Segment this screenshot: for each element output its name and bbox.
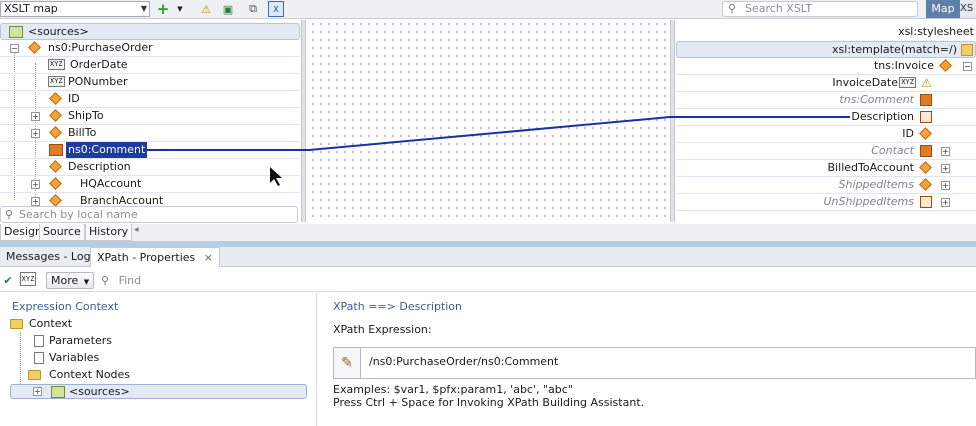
target-item-label: xsl:template(match=/) [832, 43, 957, 56]
target-item-label: InvoiceDate [832, 76, 898, 89]
target-row[interactable]: xsl:stylesheet [676, 24, 976, 41]
sources-icon [51, 386, 65, 398]
more-button-label: More [51, 274, 79, 287]
expand-icon[interactable]: + [941, 147, 950, 156]
element-icon [919, 127, 932, 140]
validate-icon[interactable]: ✔ [0, 272, 16, 288]
bottom-tabs: Messages - Log XPath - Properties × [0, 247, 976, 267]
target-item-label: Contact [871, 144, 914, 157]
folder-open-icon [10, 319, 23, 329]
tab-xpath-properties[interactable]: XPath - Properties × [90, 247, 220, 267]
target-item-label: xsl:stylesheet [898, 25, 974, 38]
variables-label: Variables [49, 351, 100, 364]
target-item-label: ShippedItems [838, 178, 915, 191]
target-row[interactable]: InvoiceDate XYZ ⚠ [676, 75, 976, 92]
xpath-expression-label: XPath Expression: [333, 323, 432, 336]
find-input[interactable]: ⚲ Find [101, 273, 141, 288]
target-item-label: BilledToAccount [827, 161, 914, 174]
date-attribute-icon: XYZ [899, 77, 916, 88]
any-element-icon [920, 145, 932, 157]
pencil-icon[interactable]: ✎ [334, 348, 361, 378]
expand-icon[interactable]: + [941, 198, 950, 207]
chevron-down-icon: ▼ [83, 278, 90, 286]
properties-toolbar [0, 268, 976, 292]
xpath-help: Examples: $var1, $pfx:param1, 'abc', "ab… [333, 383, 644, 409]
expand-icon[interactable]: + [941, 164, 950, 173]
search-icon: ⚲ [101, 274, 110, 287]
document-icon [34, 352, 44, 364]
xpath-title: XPath ==> Description [333, 300, 462, 313]
expression-context-title: Expression Context [12, 300, 119, 313]
target-row[interactable]: Contact + [676, 143, 976, 160]
target-item-label: tns:Invoice [873, 59, 934, 72]
context-nodes-label: Context Nodes [49, 368, 131, 381]
parameters-label: Parameters [49, 334, 112, 347]
xpath-expression-value[interactable]: /ns0:PurchaseOrder/ns0:Comment [369, 355, 558, 368]
any-element-icon [920, 94, 932, 106]
target-tree: xsl:stylesheet xsl:template(match=/) tns… [676, 20, 976, 220]
element-icon [919, 178, 932, 191]
xpath-examples: Examples: $var1, $pfx:param1, 'abc', "ab… [333, 383, 573, 396]
context-label: Context [29, 317, 73, 330]
target-row[interactable]: Description [676, 109, 976, 126]
tab-messages-log[interactable]: Messages - Log [0, 247, 97, 267]
find-placeholder: Find [118, 274, 142, 287]
target-item-label: tns:Comment [839, 93, 914, 106]
element-icon [939, 59, 952, 72]
xpath-hint: Press Ctrl + Space for Invoking XPath Bu… [333, 396, 645, 409]
target-row[interactable]: tns:Comment [676, 92, 976, 109]
expand-icon[interactable]: + [941, 181, 950, 190]
target-row[interactable]: BilledToAccount + [676, 160, 976, 177]
mouse-cursor-icon [270, 167, 282, 186]
mapped-element-icon [920, 196, 932, 208]
document-icon [34, 335, 44, 347]
more-button[interactable]: More ▼ [46, 272, 95, 289]
target-row[interactable]: ID [676, 126, 976, 143]
folder-open-icon [28, 370, 41, 380]
context-sources-label: <sources> [69, 385, 130, 398]
warning-icon: ⚠ [921, 76, 932, 90]
target-row[interactable]: ShippedItems + [676, 177, 976, 194]
target-item-label: Description [851, 110, 914, 123]
target-item-label: UnShippedItems [823, 195, 914, 208]
expand-icon[interactable]: + [33, 387, 42, 396]
xpath-icon[interactable]: XYZ [20, 272, 36, 286]
collapse-icon[interactable]: − [963, 62, 972, 71]
target-row[interactable]: xsl:template(match=/) [676, 41, 976, 58]
properties-splitter[interactable] [316, 293, 317, 426]
template-icon [961, 44, 973, 56]
context-sources-row[interactable]: + <sources> [10, 384, 307, 399]
tab-xpath-properties-label: XPath - Properties [97, 251, 196, 264]
tree-guide-line [20, 332, 21, 384]
target-row[interactable]: tns:Invoice − [676, 58, 976, 75]
target-row[interactable]: UnShippedItems + [676, 194, 976, 211]
target-item-label: ID [902, 127, 914, 140]
element-icon [919, 161, 932, 174]
close-icon[interactable]: × [204, 251, 213, 264]
mapped-element-icon [920, 111, 932, 123]
